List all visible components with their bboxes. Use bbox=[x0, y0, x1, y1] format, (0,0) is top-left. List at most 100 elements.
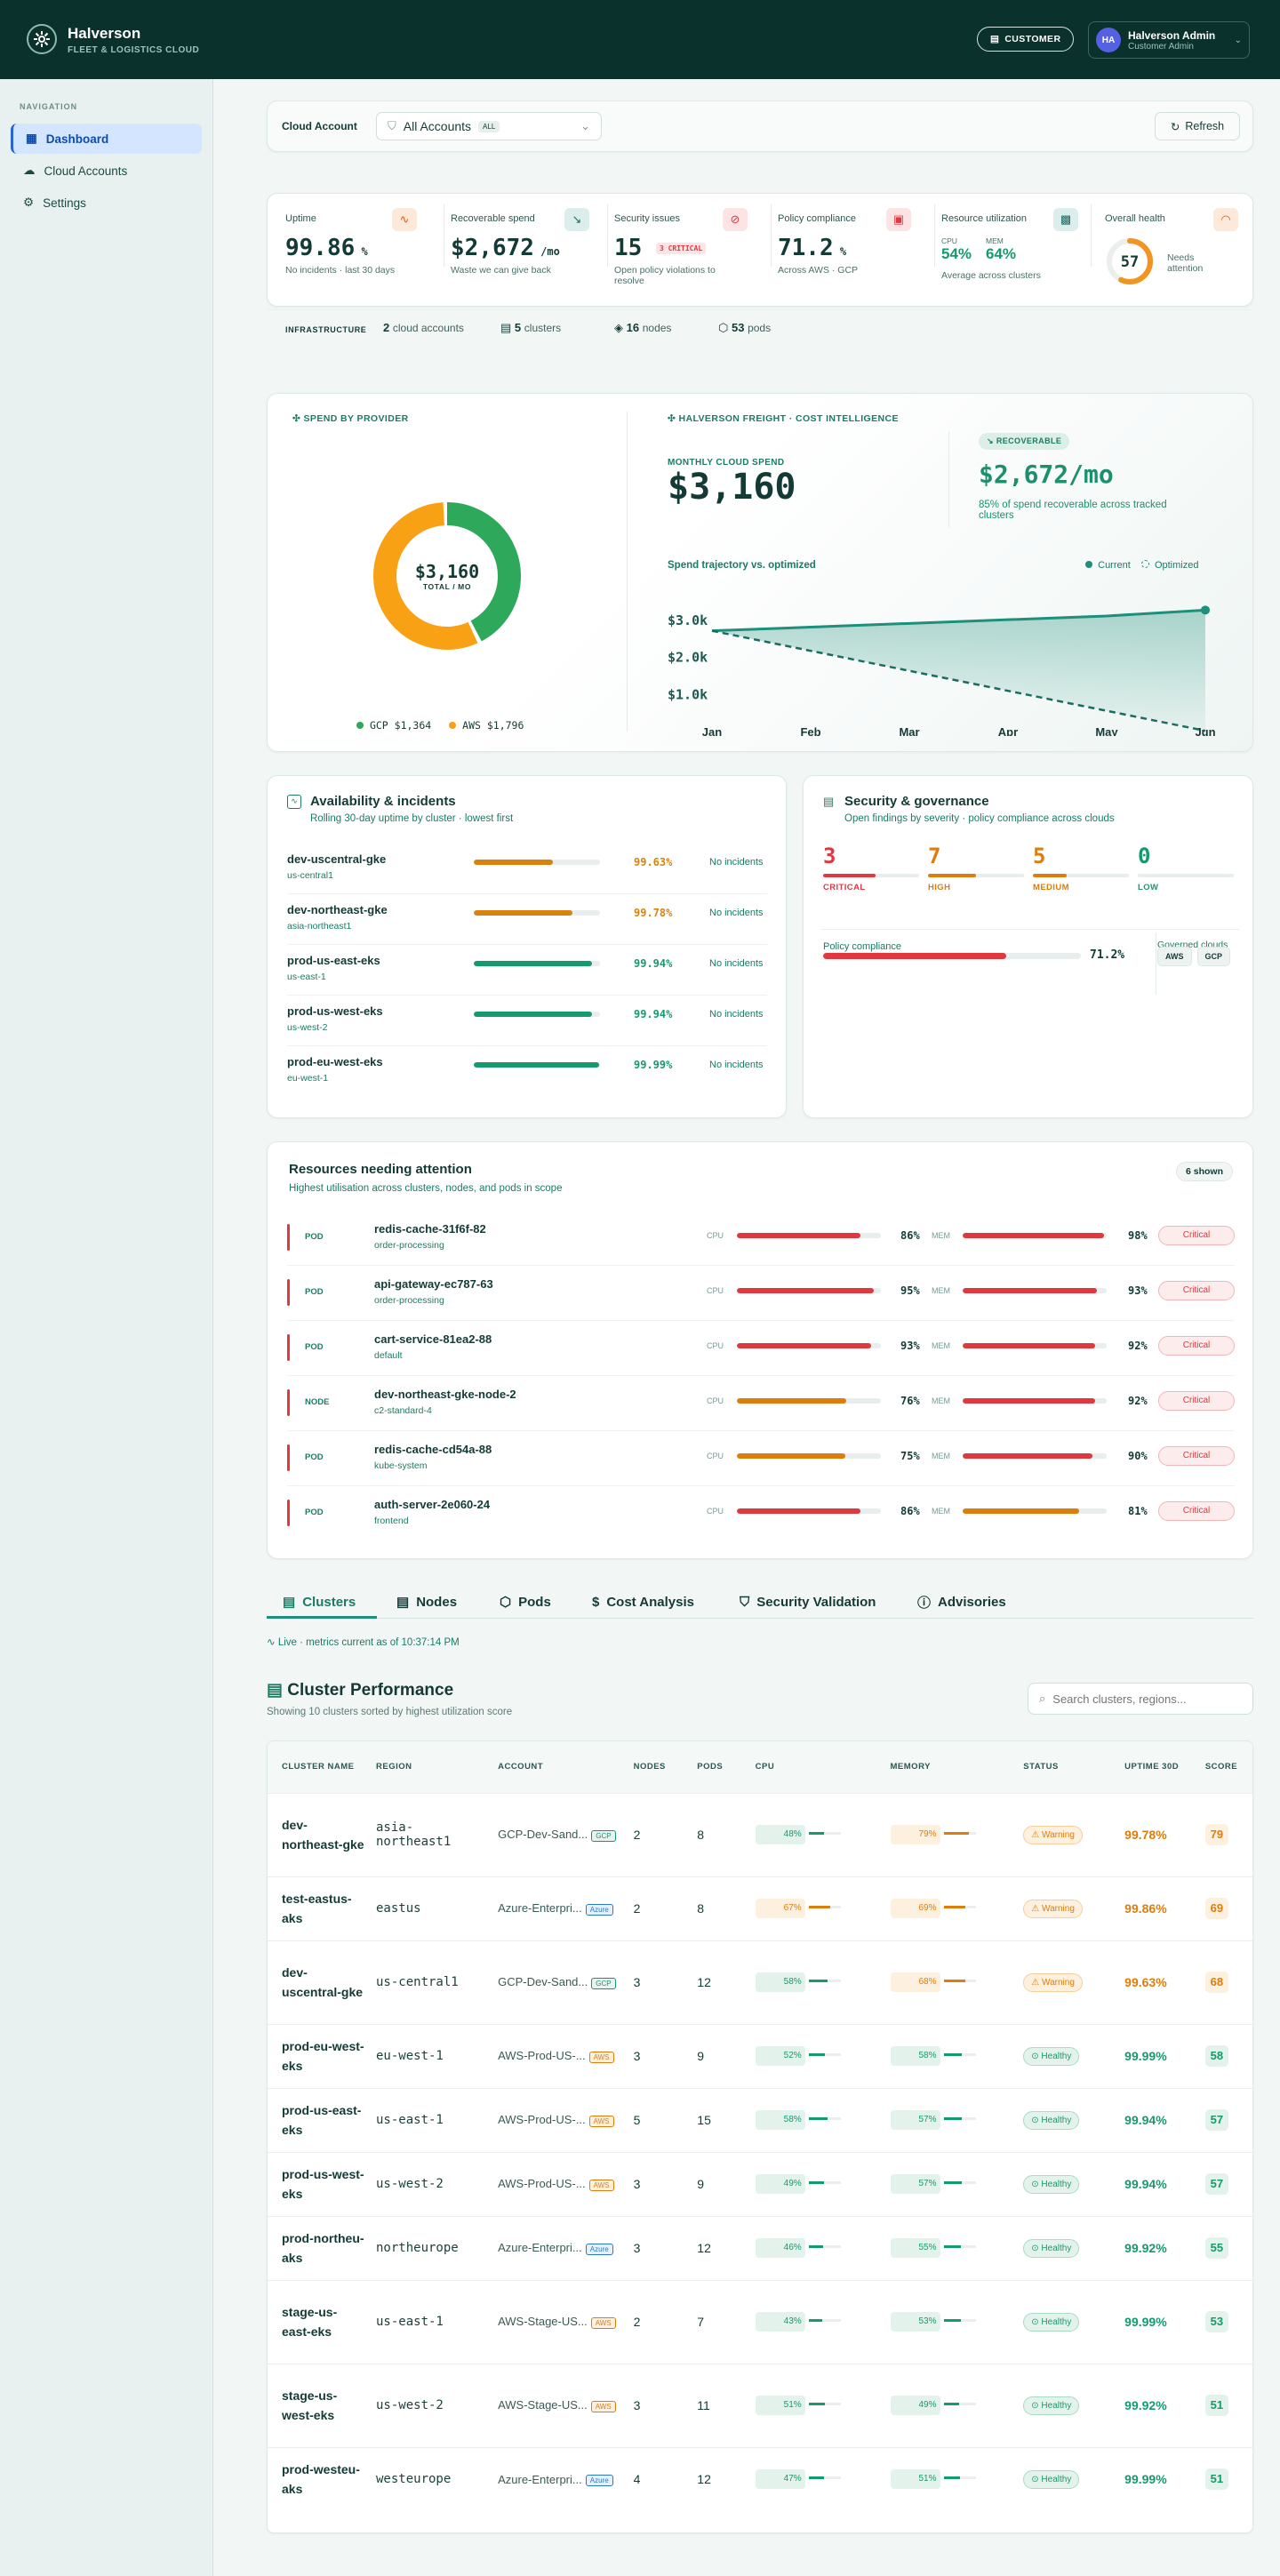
cell-pods: 12 bbox=[692, 2446, 750, 2511]
tab-advisories[interactable]: ⓘ Advisories bbox=[917, 1586, 1006, 1618]
cpu-pill: 43% bbox=[755, 2312, 805, 2332]
y-tick-label: $3.0k bbox=[668, 612, 708, 628]
cpu-value: 93% bbox=[900, 1340, 920, 1352]
memory-pill: 69% bbox=[890, 1899, 940, 1918]
column-header[interactable]: UPTIME 30D bbox=[1119, 1741, 1200, 1793]
cell-status: ⊙ Healthy bbox=[1018, 2087, 1120, 2152]
user-menu[interactable]: HA Halverson Admin Customer Admin ⌄ bbox=[1088, 21, 1250, 59]
cell-uptime: 99.94% bbox=[1119, 2151, 1200, 2216]
tab-security-validation[interactable]: ⛉ Security Validation bbox=[740, 1586, 876, 1618]
severity-marker bbox=[287, 1224, 290, 1251]
list-item[interactable]: POD redis-cache-31f6f-82 order-processing C… bbox=[287, 1219, 1235, 1266]
avatar: HA bbox=[1096, 28, 1121, 52]
search-input[interactable] bbox=[1052, 1692, 1231, 1706]
table-row[interactable]: prod-us-east-eks us-east-1 AWS-Prod-US-...… bbox=[268, 2087, 1252, 2152]
sidebar-item-cloud-accounts[interactable]: ☁ Cloud Accounts bbox=[11, 156, 202, 186]
cell-pods: 15 bbox=[692, 2087, 750, 2152]
list-item[interactable]: dev-northeast-gke asia-northeast1 99.78% No… bbox=[287, 903, 767, 945]
table-row[interactable]: dev-uscentral-gke us-central1 GCP-Dev-Sand… bbox=[268, 1940, 1252, 2024]
list-item[interactable]: NODE dev-northeast-gke-node-2 c2-standard-… bbox=[287, 1384, 1235, 1431]
account-name: AWS-Prod-US-... bbox=[498, 2049, 586, 2063]
column-header[interactable]: MEMORY bbox=[885, 1741, 1019, 1793]
account-bar: Cloud Account ⛉ All Accounts ALL ⌄ ↻ Refr… bbox=[267, 100, 1253, 152]
list-item[interactable]: prod-us-east-eks us-east-1 99.94% No incide… bbox=[287, 954, 767, 996]
column-header[interactable]: ACCOUNT bbox=[492, 1741, 628, 1793]
logo-icon bbox=[27, 24, 57, 54]
availability-sub: Rolling 30-day uptime by cluster · lowes… bbox=[310, 813, 514, 824]
mem-label: MEM bbox=[932, 1452, 950, 1460]
refresh-button[interactable]: ↻ Refresh bbox=[1155, 112, 1240, 140]
incident-status: No incidents bbox=[709, 1009, 764, 1020]
pulse-icon: ∿ bbox=[392, 208, 417, 231]
gauge-icon: ◠ bbox=[1213, 208, 1238, 231]
x-tick-label: May bbox=[1095, 725, 1118, 736]
infra-clusters: ▤ 5 clusters bbox=[500, 321, 561, 335]
table-row[interactable]: prod-us-west-eks us-west-2 AWS-Prod-US-...… bbox=[268, 2151, 1252, 2216]
tab-clusters[interactable]: ▤ Clusters bbox=[283, 1586, 356, 1618]
legend-value: $1,796 bbox=[486, 719, 524, 732]
cluster-table-card: CLUSTER NAME REGION ACCOUNT NODES PODS CPU MEM… bbox=[267, 1740, 1253, 2533]
list-item[interactable]: POD redis-cache-cd54a-88 kube-system CPU 75%… bbox=[287, 1439, 1235, 1486]
list-item[interactable]: prod-us-west-eks us-west-2 99.94% No incide… bbox=[287, 1004, 767, 1046]
row-divider bbox=[287, 1430, 1235, 1431]
table-row[interactable]: test-eastus-aks eastus Azure-Enterpri... Az… bbox=[268, 1876, 1252, 1940]
row-divider bbox=[287, 1320, 1235, 1321]
table-row[interactable]: stage-us-east-eks us-east-1 AWS-Stage-US..… bbox=[268, 2279, 1252, 2364]
cpu-label: CPU bbox=[707, 1231, 724, 1240]
resource-kind: POD bbox=[305, 1508, 324, 1517]
list-item[interactable]: dev-uscentral-gke us-central1 99.63% No inc… bbox=[287, 852, 767, 894]
recoverable-badge: ↘ RECOVERABLE bbox=[979, 433, 1070, 450]
cell-pods: 9 bbox=[692, 2023, 750, 2088]
spend-intel-card: ✣ SPEND BY PROVIDER $3,160 TOTAL / MO GC… bbox=[267, 393, 1253, 752]
cell-memory: 49% bbox=[884, 2363, 1019, 2447]
tab-label: Nodes bbox=[416, 1594, 458, 1610]
status-badge: Critical bbox=[1158, 1281, 1235, 1300]
tab-cost-analysis[interactable]: $ Cost Analysis bbox=[592, 1586, 694, 1618]
mem-value: 81% bbox=[1128, 1505, 1148, 1517]
column-header[interactable]: SCORE bbox=[1200, 1741, 1252, 1793]
severity-item: 7 HIGH bbox=[928, 844, 1024, 892]
cell-uptime: 99.92% bbox=[1119, 2363, 1200, 2447]
account-name: Azure-Enterpri... bbox=[498, 2241, 582, 2255]
infra-text: nodes bbox=[642, 322, 672, 334]
cube-icon: ⬡ bbox=[718, 321, 729, 334]
column-header[interactable]: PODS bbox=[692, 1741, 749, 1793]
cpu-pill: 58% bbox=[755, 2110, 805, 2130]
table-row[interactable]: dev-northeast-gke asia-northeast1 GCP-Dev-… bbox=[268, 1792, 1252, 1876]
table-row[interactable]: stage-us-west-eks us-west-2 AWS-Stage-US..… bbox=[268, 2363, 1252, 2447]
sidebar-item-dashboard[interactable]: ▦ Dashboard bbox=[11, 124, 202, 154]
customer-pill[interactable]: ▤ CUSTOMER bbox=[977, 27, 1075, 52]
tab-nodes[interactable]: ▤ Nodes bbox=[396, 1586, 457, 1618]
resource-kind: NODE bbox=[305, 1397, 330, 1407]
severity-label: LOW bbox=[1138, 883, 1159, 892]
sidebar-item-label: Settings bbox=[43, 196, 86, 210]
memory-mini-bar bbox=[943, 2476, 976, 2480]
list-item[interactable]: prod-eu-west-eks eu-west-1 99.99% No incide… bbox=[287, 1055, 767, 1091]
cell-uptime: 99.99% bbox=[1119, 2023, 1200, 2088]
table-row[interactable]: prod-eu-west-eks eu-west-1 AWS-Prod-US-...… bbox=[268, 2023, 1252, 2088]
list-item[interactable]: POD api-gateway-ec787-63 order-processing C… bbox=[287, 1274, 1235, 1321]
severity-label: CRITICAL bbox=[823, 883, 866, 892]
tab-pods[interactable]: ⬡ Pods bbox=[500, 1586, 551, 1618]
column-header[interactable]: NODES bbox=[628, 1741, 692, 1793]
search-box[interactable]: ⌕ bbox=[1028, 1683, 1253, 1715]
mem-label: MEM bbox=[932, 1507, 950, 1516]
account-select[interactable]: ⛉ All Accounts ALL ⌄ bbox=[376, 112, 602, 140]
cell-pods: 9 bbox=[692, 2151, 750, 2216]
column-header[interactable]: CPU bbox=[750, 1741, 885, 1793]
table-row[interactable]: prod-westeu-aks westeurope Azure-Enterpri.… bbox=[268, 2446, 1252, 2511]
account-name: AWS-Stage-US... bbox=[498, 2315, 588, 2329]
sidebar-item-settings[interactable]: ⚙ Settings bbox=[11, 188, 202, 218]
table-row[interactable]: prod-northeu-aks northeurope Azure-Enterpr… bbox=[268, 2215, 1252, 2280]
list-item[interactable]: POD auth-server-2e060-24 frontend CPU 86% MEM… bbox=[287, 1494, 1235, 1535]
cpu-value: 75% bbox=[900, 1450, 920, 1462]
column-header[interactable]: CLUSTER NAME bbox=[268, 1741, 371, 1793]
cloud-chip: AWS bbox=[590, 2316, 616, 2329]
column-header[interactable]: REGION bbox=[371, 1741, 492, 1793]
cpu-pill: 46% bbox=[755, 2238, 805, 2258]
list-item[interactable]: POD cart-service-81ea2-88 default CPU 93% MEM… bbox=[287, 1329, 1235, 1376]
kpi-card: Uptime 99.86 % No incidents · last 30 da… bbox=[267, 193, 1253, 334]
attention-title: Resources needing attention bbox=[289, 1162, 472, 1177]
column-header[interactable]: STATUS bbox=[1018, 1741, 1119, 1793]
severity-item: 5 MEDIUM bbox=[1033, 844, 1129, 892]
